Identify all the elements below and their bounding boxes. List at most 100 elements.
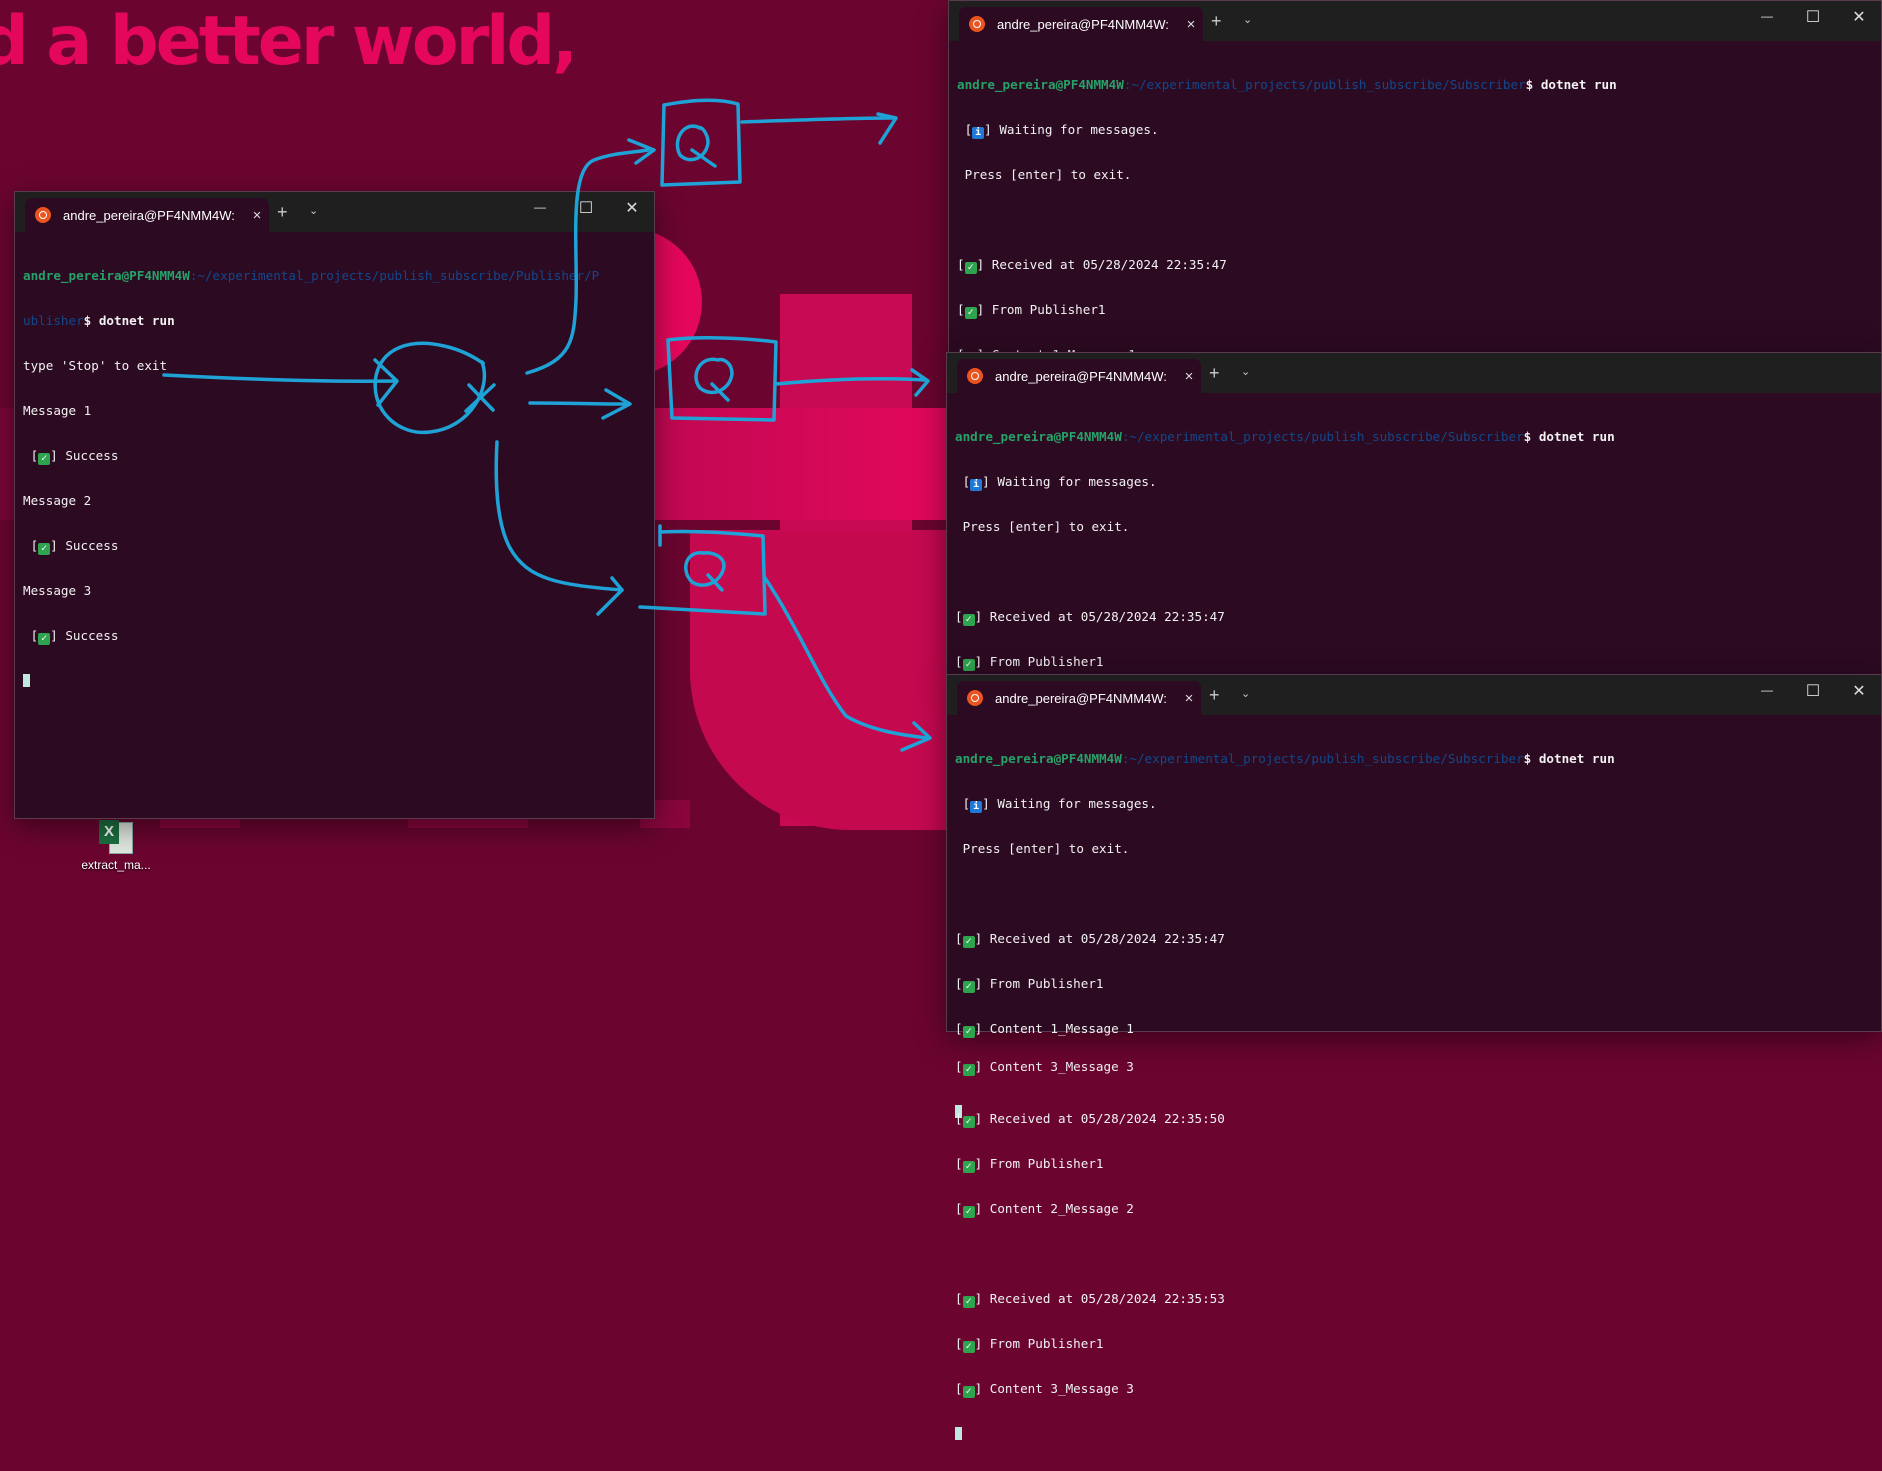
tab-close-icon[interactable]: × — [1177, 690, 1201, 707]
terminal-output[interactable]: andre_pereira@PF4NMM4W:~/experimental_pr… — [947, 715, 1881, 1471]
check-icon: ✓ — [962, 1296, 975, 1308]
maximize-icon[interactable]: ☐ — [1803, 7, 1823, 27]
terminal-tab[interactable]: andre_pereira@PF4NMM4W: × — [25, 198, 269, 232]
info-icon: i — [970, 801, 983, 813]
chevron-down-icon[interactable]: ⌄ — [1243, 13, 1252, 26]
check-icon: ✓ — [962, 1161, 975, 1173]
desktop-file-icon[interactable]: X extract_ma... — [76, 820, 156, 872]
chevron-down-icon[interactable]: ⌄ — [309, 204, 318, 217]
subscriber-terminal-window-2[interactable]: andre_pereira@PF4NMM4W: × + ⌄ andre_pere… — [946, 352, 1882, 1118]
output-line: From Publisher1 — [984, 302, 1106, 317]
tab-title: andre_pereira@PF4NMM4W: — [995, 690, 1167, 706]
terminal-output[interactable]: andre_pereira@PF4NMM4W:~/experimental_pr… — [15, 232, 654, 718]
prompt-user: andre_pereira@PF4NMM4W — [955, 429, 1122, 444]
terminal-tab[interactable]: andre_pereira@PF4NMM4W: × — [959, 7, 1203, 41]
new-tab-icon[interactable]: + — [1211, 11, 1222, 32]
output-line: From Publisher1 — [982, 654, 1104, 669]
prompt-user: andre_pereira@PF4NMM4W — [955, 751, 1122, 766]
terminal-cursor — [955, 1427, 962, 1440]
output-line: Press [enter] to exit. — [955, 841, 1130, 856]
output-line: Received at 05/28/2024 22:35:53 — [982, 1291, 1225, 1306]
title-bar[interactable]: andre_pereira@PF4NMM4W: × + ⌄ — [947, 353, 1881, 393]
tab-title: andre_pereira@PF4NMM4W: — [63, 207, 235, 223]
output-line: Success — [57, 538, 119, 553]
output-line: Success — [57, 448, 119, 463]
title-bar[interactable]: andre_pereira@PF4NMM4W: × + ⌄ — ☐ ✕ — [947, 675, 1881, 715]
tab-title: andre_pereira@PF4NMM4W: — [997, 16, 1169, 32]
chevron-down-icon[interactable]: ⌄ — [1241, 687, 1250, 700]
chevron-down-icon[interactable]: ⌄ — [1241, 365, 1250, 378]
tab-close-icon[interactable]: × — [245, 207, 269, 224]
output-line: From Publisher1 — [982, 976, 1104, 991]
terminal-tab[interactable]: andre_pereira@PF4NMM4W: × — [957, 359, 1201, 393]
prompt-path: :~/experimental_projects/publish_subscri… — [1123, 77, 1526, 92]
tab-close-icon[interactable]: × — [1177, 368, 1201, 385]
minimize-icon[interactable]: — — [530, 200, 550, 214]
output-line: Content 1_Message 1 — [982, 1021, 1134, 1036]
prompt-user: andre_pereira@PF4NMM4W — [23, 268, 190, 283]
maximize-icon[interactable]: ☐ — [1803, 681, 1823, 701]
check-icon: ✓ — [962, 659, 975, 671]
ubuntu-icon — [967, 368, 983, 384]
ubuntu-icon — [967, 690, 983, 706]
excel-icon: X — [99, 820, 133, 854]
prompt-path: :~/experimental_projects/publish_subscri… — [1121, 429, 1524, 444]
output-line: Received at 05/28/2024 22:35:50 — [982, 1111, 1225, 1126]
subscriber-terminal-window-3[interactable]: andre_pereira@PF4NMM4W: × + ⌄ — ☐ ✕ andr… — [946, 674, 1882, 1440]
check-icon: ✓ — [38, 633, 51, 645]
output-line: Success — [57, 628, 119, 643]
check-icon: ✓ — [964, 307, 977, 319]
title-bar[interactable]: andre_pereira@PF4NMM4W: × + ⌄ — ☐ ✕ — [15, 192, 654, 232]
minimize-icon[interactable]: — — [1757, 9, 1777, 23]
command-text: $ dotnet run — [1523, 429, 1615, 444]
prompt-path: :~/experimental_projects/publish_subscri… — [1121, 751, 1524, 766]
wallpaper-headline: d a better world, — [0, 2, 578, 81]
check-icon: ✓ — [962, 1386, 975, 1398]
output-line: Waiting for messages. — [989, 796, 1157, 811]
ubuntu-icon — [35, 207, 51, 223]
terminal-cursor — [23, 674, 30, 687]
new-tab-icon[interactable]: + — [1209, 363, 1220, 384]
check-icon: ✓ — [962, 1026, 975, 1038]
output-line: Waiting for messages. — [989, 474, 1157, 489]
check-icon: ✓ — [962, 1206, 975, 1218]
terminal-tab[interactable]: andre_pereira@PF4NMM4W: × — [957, 681, 1201, 715]
maximize-icon[interactable]: ☐ — [576, 198, 596, 218]
check-icon: ✓ — [962, 1341, 975, 1353]
subscriber-terminal-window-1[interactable]: andre_pereira@PF4NMM4W: × + ⌄ — ☐ ✕ andr… — [948, 0, 1882, 766]
output-line: Message 3 — [23, 583, 92, 598]
output-line: Received at 05/28/2024 22:35:47 — [984, 257, 1227, 272]
output-line: Content 2_Message 2 — [982, 1201, 1134, 1216]
output-line: type 'Stop' to exit — [23, 358, 168, 373]
publisher-terminal-window[interactable]: andre_pereira@PF4NMM4W: × + ⌄ — ☐ ✕ andr… — [14, 191, 655, 819]
new-tab-icon[interactable]: + — [1209, 685, 1220, 706]
output-line: Received at 05/28/2024 22:35:47 — [982, 931, 1225, 946]
window-close-icon[interactable]: ✕ — [1849, 681, 1869, 701]
command-text: $ dotnet run — [1525, 77, 1617, 92]
info-icon: i — [972, 127, 985, 139]
output-line: Content 3_Message 3 — [982, 1381, 1134, 1396]
output-line: Message 2 — [23, 493, 92, 508]
minimize-icon[interactable]: — — [1757, 683, 1777, 697]
check-icon: ✓ — [962, 614, 975, 626]
window-close-icon[interactable]: ✕ — [1849, 7, 1869, 27]
output-line: Message 1 — [23, 403, 92, 418]
check-icon: ✓ — [962, 1116, 975, 1128]
check-icon: ✓ — [962, 936, 975, 948]
wallpaper-shape — [690, 530, 950, 830]
window-close-icon[interactable]: ✕ — [622, 198, 642, 218]
check-icon: ✓ — [962, 981, 975, 993]
prompt-user: andre_pereira@PF4NMM4W — [957, 77, 1124, 92]
output-line: Press [enter] to exit. — [957, 167, 1132, 182]
check-icon: ✓ — [964, 262, 977, 274]
output-line: Received at 05/28/2024 22:35:47 — [982, 609, 1225, 624]
new-tab-icon[interactable]: + — [277, 202, 288, 223]
command-text: $ dotnet run — [1523, 751, 1615, 766]
title-bar[interactable]: andre_pereira@PF4NMM4W: × + ⌄ — ☐ ✕ — [949, 1, 1881, 41]
ubuntu-icon — [969, 16, 985, 32]
prompt-path: :~/experimental_projects/publish_subscri… — [189, 268, 600, 283]
info-icon: i — [970, 479, 983, 491]
tab-title: andre_pereira@PF4NMM4W: — [995, 368, 1167, 384]
output-line: Press [enter] to exit. — [955, 519, 1130, 534]
tab-close-icon[interactable]: × — [1179, 16, 1203, 33]
